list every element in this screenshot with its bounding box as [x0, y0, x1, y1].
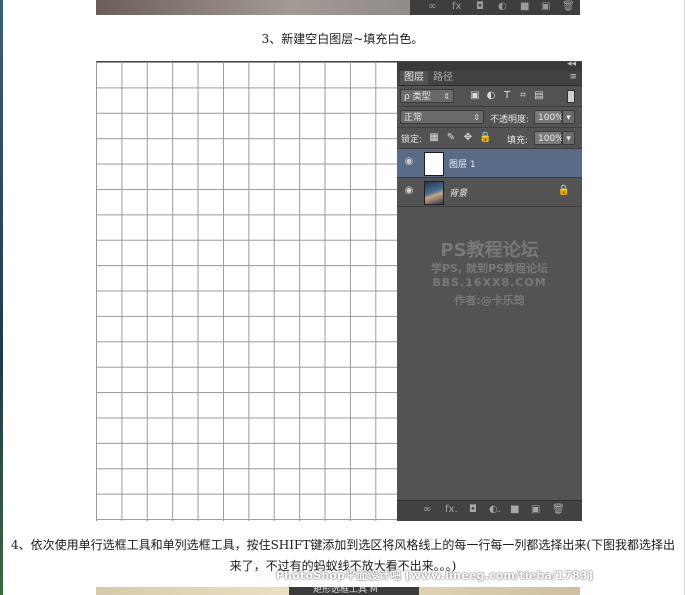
previous-screenshot-crop: ∞ fx ◘ ◐ ■ ▣ 🗑	[96, 0, 580, 15]
pixel-filter-icon[interactable]: ▣	[469, 90, 481, 102]
watermark-line1: 学PS, 就到PS教程论坛	[431, 262, 548, 275]
layer-name: 图层 1	[449, 160, 476, 170]
page-left-edge	[0, 0, 3, 595]
fx-icon: fx	[452, 1, 462, 12]
link-icon: ∞	[428, 1, 437, 12]
adjustment-filter-icon[interactable]: ◐	[485, 90, 497, 102]
panel-menu-icon[interactable]: ≡	[569, 72, 577, 82]
blend-row: 正常 ⇕ 不透明度: 100% ▾	[397, 107, 582, 127]
lock-brush-icon[interactable]: ✎	[445, 132, 457, 144]
watermark-line2: BBS.16XX8.COM	[432, 276, 547, 289]
lock-move-icon[interactable]: ✥	[462, 132, 474, 144]
lock-label: 锁定:	[401, 135, 423, 145]
shape-filter-icon[interactable]: ⌗	[517, 90, 529, 102]
type-filter-icon[interactable]: T	[501, 90, 513, 102]
filter-row: ρ 类型 ⇕ ▣ ◐ T ⌗ ▤	[397, 86, 582, 106]
filter-toggle[interactable]	[567, 90, 575, 103]
fill-label: 填充:	[507, 136, 529, 146]
site-watermark: PhotoShop平面设计吧 [www.lineeg.com/tieba/178…	[276, 569, 594, 582]
layers-panel: ◂◂ 图层 路径 ≡ ρ 类型 ⇕ ▣ ◐ T ⌗ ▤ 正常 ⇕ 不透明度: 1…	[397, 59, 582, 521]
layer-name: 背景	[449, 189, 468, 199]
tab-paths[interactable]: 路径	[429, 71, 457, 85]
panel-topbar: ◂◂	[397, 59, 582, 71]
fill-value: 100%	[538, 134, 564, 144]
photoshop-screenshot: ◂◂ 图层 路径 ≡ ρ 类型 ⇕ ▣ ◐ T ⌗ ▤ 正常 ⇕ 不透明度: 1…	[96, 59, 582, 521]
fill-input[interactable]: 100%	[534, 131, 564, 145]
opacity-input[interactable]: 100%	[534, 110, 564, 124]
blend-mode-value: 正常	[404, 113, 423, 123]
trash-icon: 🗑	[562, 1, 575, 12]
next-screenshot-crop: 矩形选框工具 M	[96, 587, 580, 595]
chevron-down-icon: ▾	[566, 134, 571, 144]
new-group-icon[interactable]: ■	[510, 504, 519, 515]
tool-flyout-menu: 矩形选框工具 M	[289, 587, 419, 595]
fx-icon[interactable]: fx.	[445, 504, 458, 515]
grid-canvas	[96, 62, 398, 521]
add-mask-icon[interactable]: ◘	[469, 504, 477, 515]
chevron-down-icon: ▾	[566, 113, 571, 123]
watermark-line3: 作者:@卡乐筠	[454, 294, 525, 307]
opacity-label: 不透明度:	[490, 115, 530, 125]
layer-row-layer1[interactable]: ◉ 图层 1	[397, 149, 582, 178]
menu-item-rectangular-marquee[interactable]: 矩形选框工具 M	[313, 587, 378, 595]
collapse-icon[interactable]: ◂◂	[567, 59, 576, 69]
filter-type-select[interactable]: ρ 类型 ⇕	[400, 89, 454, 103]
lock-all-icon[interactable]: 🔒	[479, 132, 491, 144]
chevron-updown-icon: ⇕	[473, 113, 480, 122]
blend-mode-select[interactable]: 正常 ⇕	[400, 110, 484, 124]
folder-icon: ■	[520, 1, 530, 12]
opacity-value: 100%	[538, 113, 564, 123]
layer-thumbnail	[424, 152, 444, 176]
lock-icon: 🔒	[557, 185, 570, 196]
filter-type-label: ρ 类型	[404, 92, 431, 102]
mask-icon: ◘	[476, 1, 484, 12]
step3-caption: 3、新建空白图层~填充白色。	[261, 32, 424, 46]
new-layer-icon: ▣	[541, 1, 551, 12]
adjustment-icon: ◐	[498, 1, 507, 12]
trash-icon[interactable]: 🗑	[552, 504, 565, 515]
smart-object-filter-icon[interactable]: ▤	[533, 90, 545, 102]
layers-panel-bottom-bar: ∞ fx. ◘ ◐. ■ ▣ 🗑	[397, 500, 582, 521]
layer-row-background[interactable]: ◉ 背景 🔒	[397, 178, 582, 207]
adjustment-layer-icon[interactable]: ◐.	[489, 504, 501, 515]
panel-tabs: 图层 路径 ≡	[397, 71, 582, 86]
opacity-dropdown[interactable]: ▾	[562, 110, 575, 124]
lock-row: 锁定: ▦ ✎ ✥ 🔒 填充: 100% ▾	[397, 128, 582, 148]
layer-thumbnail	[424, 181, 444, 205]
fill-dropdown[interactable]: ▾	[562, 131, 575, 145]
lock-transparent-icon[interactable]: ▦	[428, 132, 440, 144]
chevron-updown-icon: ⇕	[443, 92, 450, 101]
eye-icon[interactable]: ◉	[403, 186, 415, 196]
eye-icon[interactable]: ◉	[403, 157, 415, 167]
watermark-title: PS教程论坛	[440, 240, 539, 261]
new-layer-icon[interactable]: ▣	[531, 504, 540, 515]
link-layers-icon[interactable]: ∞	[423, 504, 431, 515]
tab-layers[interactable]: 图层	[400, 71, 428, 85]
previous-panel-bottom-bar: ∞ fx ◘ ◐ ■ ▣ 🗑	[410, 0, 580, 15]
